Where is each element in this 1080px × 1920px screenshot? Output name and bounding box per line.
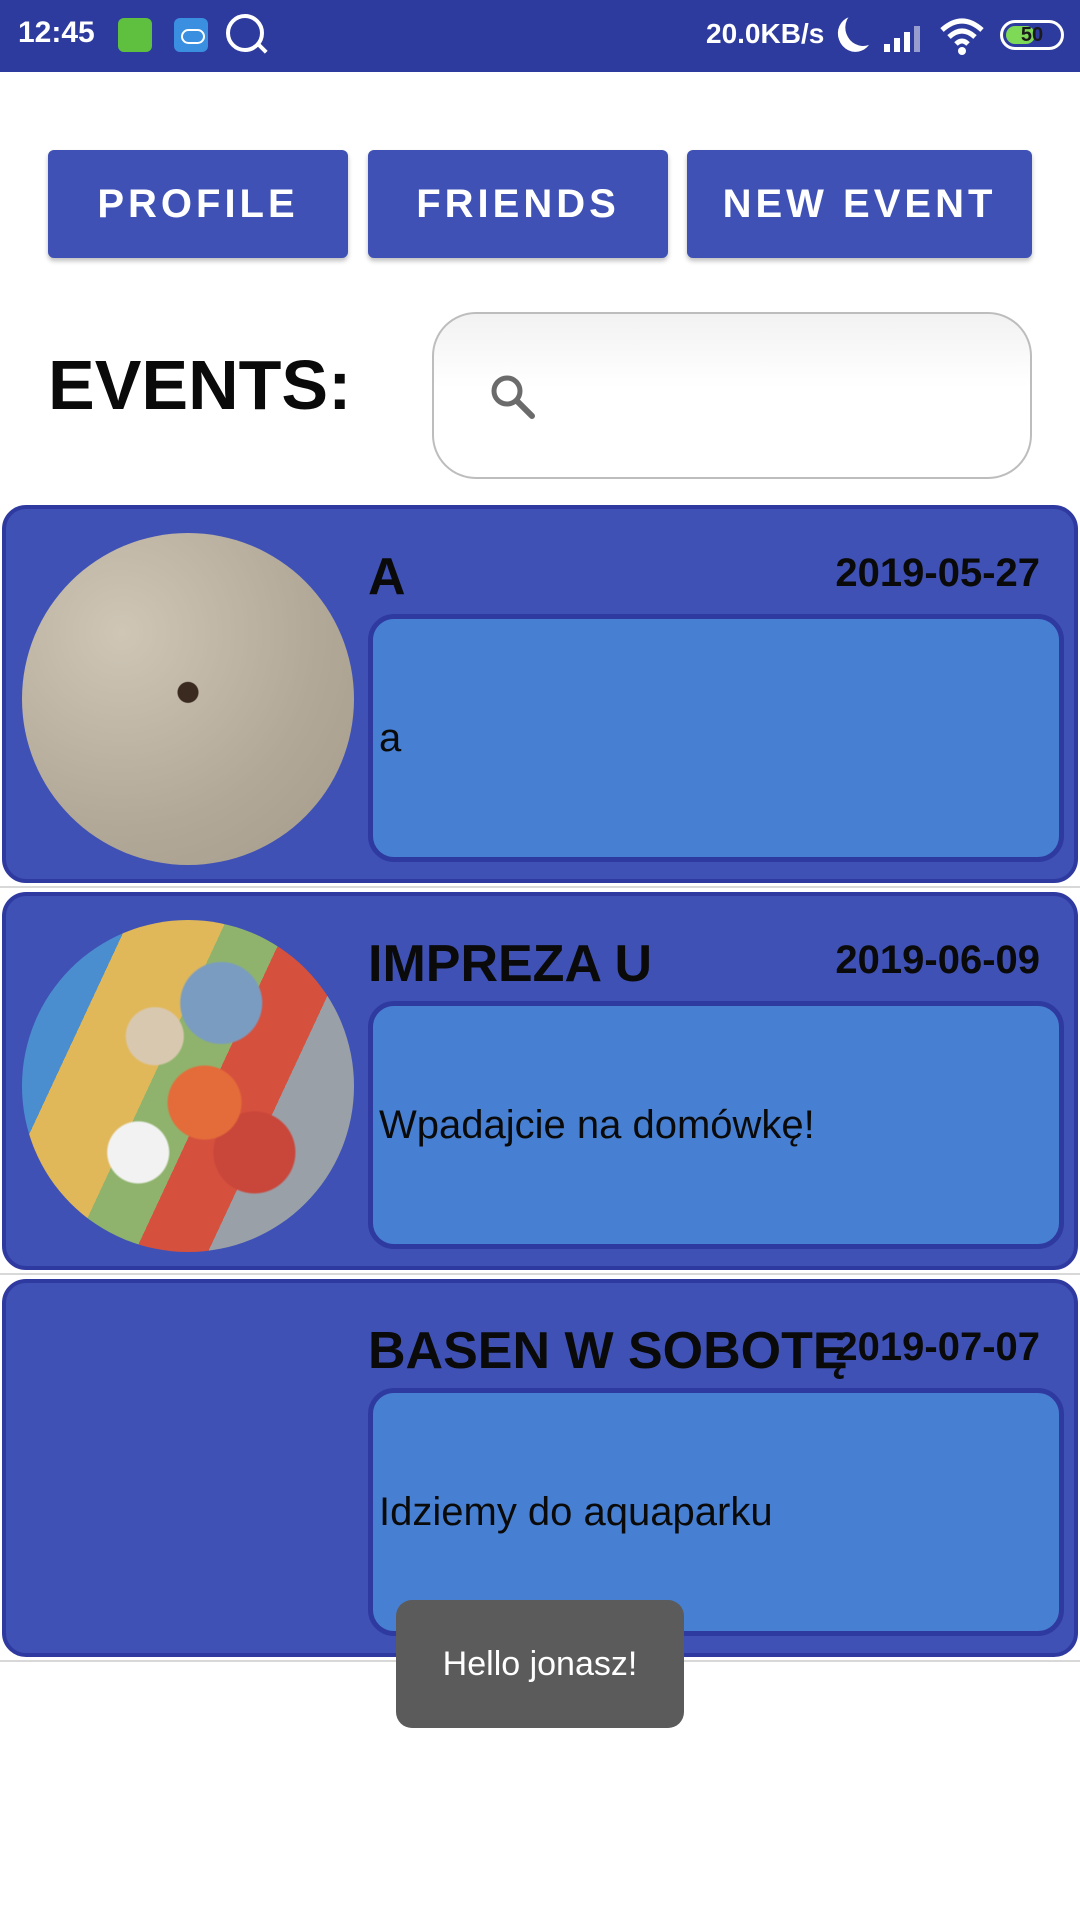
search-icon [491,375,535,419]
event-description-text: a [379,715,402,760]
event-description: a [368,614,1064,862]
network-speed: 20.0KB/s [706,18,825,49]
event-title: IMPREZA U [368,935,653,993]
battery-icon: 50 [1000,20,1064,50]
divider [0,886,1080,888]
moon-icon [833,11,877,56]
event-card[interactable]: IMPREZA U 2019-06-09 Wpadajcie na domówk… [2,892,1078,1270]
profile-button[interactable]: PROFILE [48,150,348,258]
event-photo [22,533,354,865]
event-date: 2019-05-27 [835,551,1040,595]
status-time: 12:45 [18,16,95,49]
search-input[interactable] [432,312,1032,479]
event-date: 2019-07-07 [835,1325,1040,1369]
event-description: Idziemy do aquaparku [368,1388,1064,1636]
battery-level: 50 [1020,24,1044,46]
status-bar: 12:45 20.0KB/s 50 [0,0,1080,72]
event-photo [22,920,354,1252]
cloud-icon [174,18,208,52]
event-title: A [368,548,406,606]
new-event-button[interactable]: NEW EVENT [687,150,1032,258]
event-card[interactable]: A 2019-05-27 a [2,505,1078,883]
divider [0,1273,1080,1275]
event-title: BASEN W SOBOTĘ [368,1322,848,1380]
toast-message: Hello jonasz! [396,1600,684,1728]
event-description-text: Idziemy do aquaparku [379,1489,773,1534]
event-description: Wpadajcie na domówkę! [368,1001,1064,1249]
event-description-text: Wpadajcie na domówkę! [379,1102,815,1147]
app-notification-icon [118,18,152,52]
wifi-icon [940,18,984,55]
signal-icon [884,20,928,52]
friends-button[interactable]: FRIENDS [368,150,668,258]
search-notification-icon [226,14,264,52]
event-date: 2019-06-09 [835,938,1040,982]
events-screen: 12:45 20.0KB/s 50 PROFILE FRIENDS NEW EV… [0,0,1080,1920]
events-heading: EVENTS: [48,346,352,424]
